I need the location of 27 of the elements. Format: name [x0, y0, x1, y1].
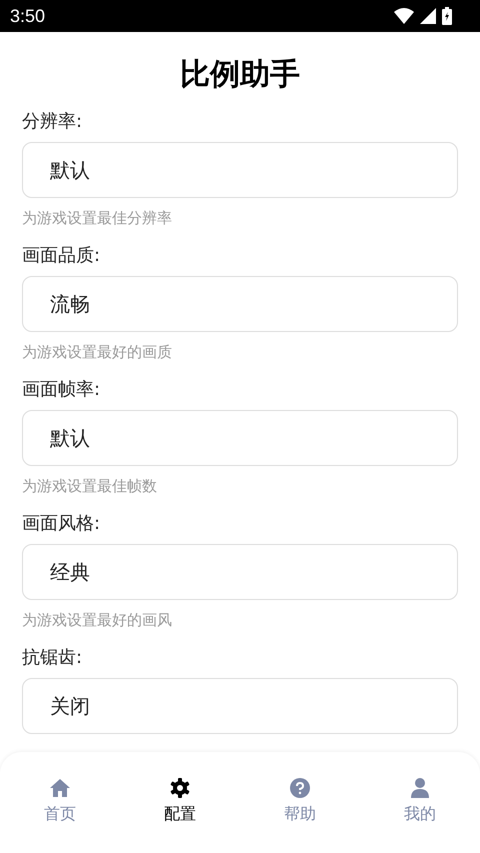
user-icon — [411, 778, 429, 798]
setting-label: 分辨率: — [22, 112, 82, 132]
help-icon — [290, 778, 310, 798]
nav-tab[interactable]: 首页 — [44, 778, 76, 824]
select-field[interactable]: 默认 — [22, 410, 458, 466]
setting-hint: 为游戏设置最好的画质 — [22, 342, 172, 362]
setting-hint: 为游戏设置最好的画风 — [22, 610, 172, 630]
setting-hint: 为游戏设置最佳分辨率 — [22, 208, 172, 228]
setting-label: 画面风格: — [22, 514, 100, 534]
status-time: 3:50 — [10, 6, 46, 26]
select-field[interactable]: 流畅 — [22, 276, 458, 332]
signal-icon — [420, 8, 436, 24]
page-title: 比例助手 — [179, 56, 301, 94]
setting-label: 画面品质: — [22, 246, 100, 266]
setting-hint: 为游戏设置最佳帧数 — [22, 476, 157, 496]
nav-tab[interactable]: 我的 — [404, 778, 436, 824]
setting-label: 画面帧率: — [22, 380, 100, 400]
select-field[interactable]: 经典 — [22, 544, 458, 600]
settings-icon — [170, 778, 190, 798]
battery-icon — [442, 7, 452, 25]
nav-tab[interactable]: 帮助 — [284, 778, 316, 824]
wifi-icon — [394, 8, 414, 24]
setting-label: 抗锯齿: — [22, 648, 82, 668]
nav-tab[interactable]: 配置 — [164, 778, 196, 824]
home-icon — [49, 778, 71, 798]
select-field[interactable]: 默认 — [22, 142, 458, 198]
select-field[interactable]: 关闭 — [22, 678, 458, 734]
